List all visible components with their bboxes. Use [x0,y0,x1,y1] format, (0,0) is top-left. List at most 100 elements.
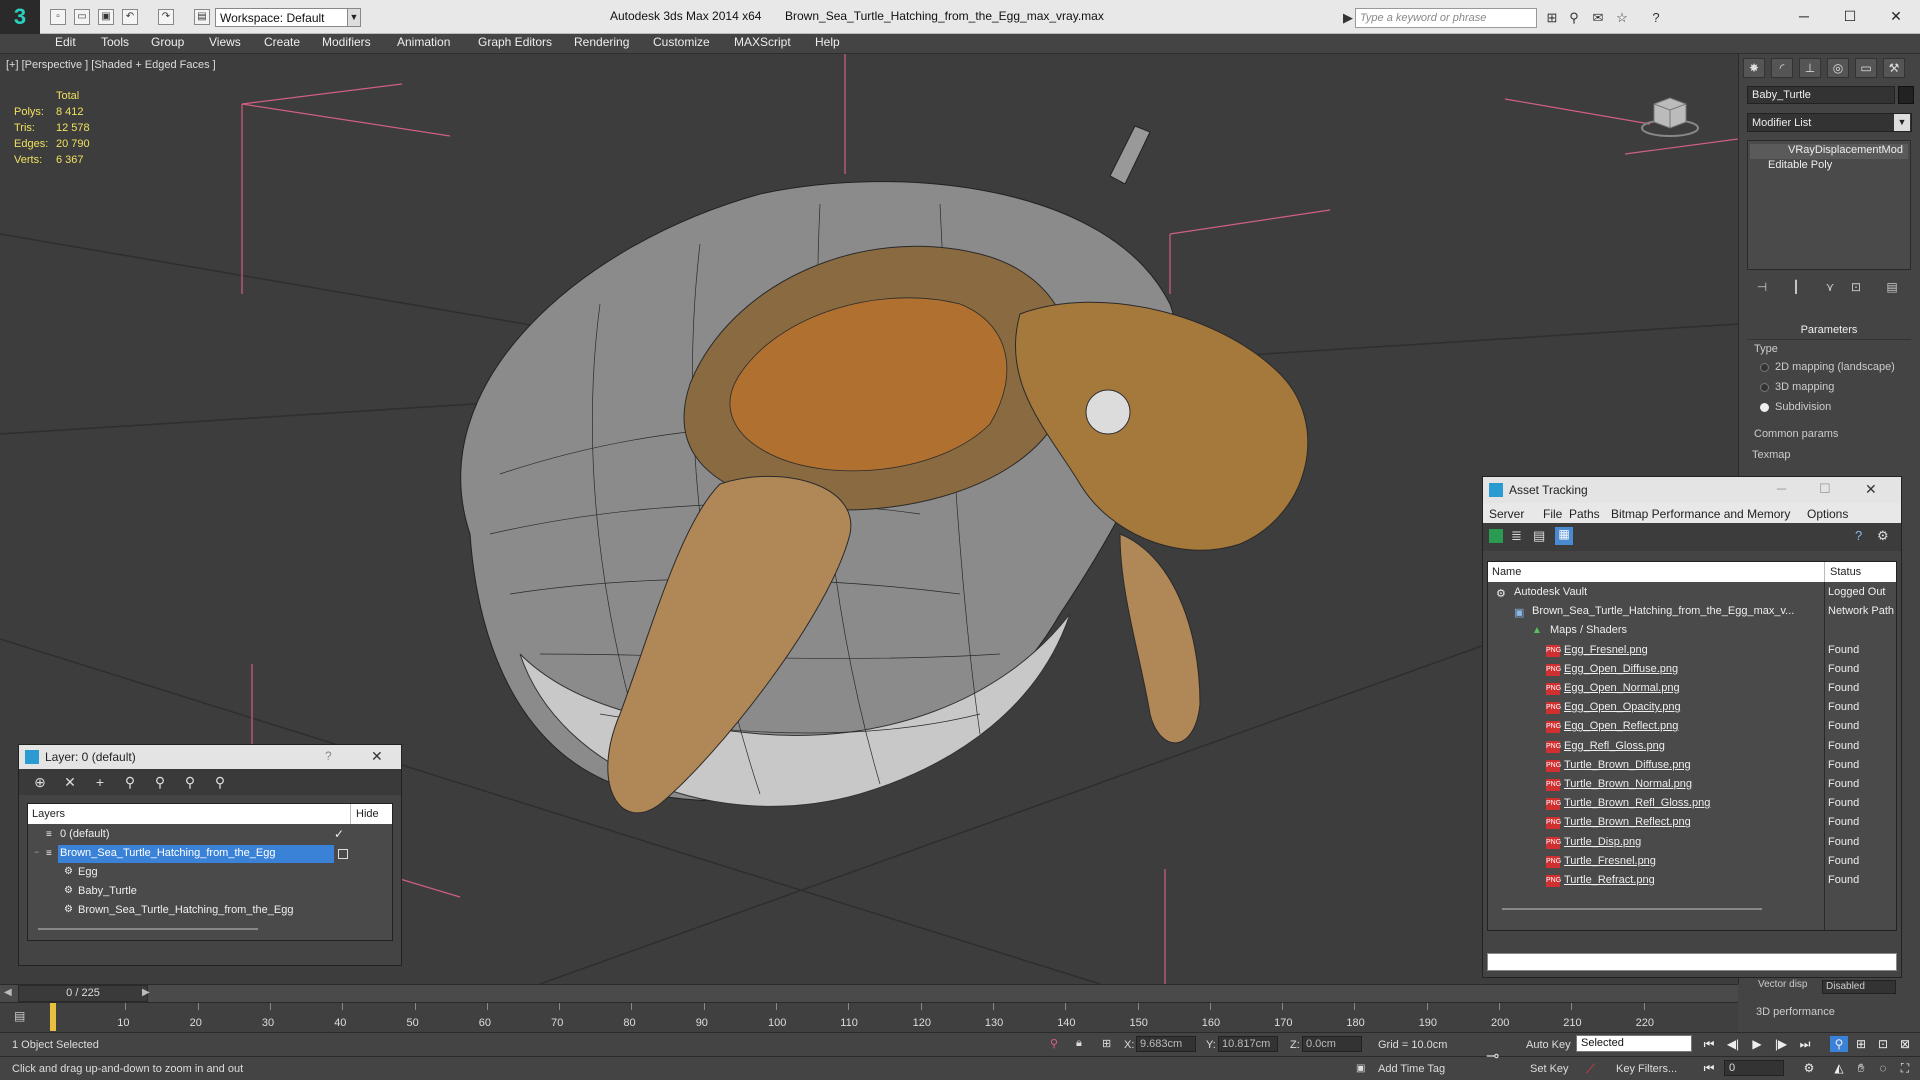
maximize-viewport-icon[interactable]: ⛶ [1896,1060,1914,1076]
menu-graph-editors[interactable]: Graph Editors [478,35,552,49]
workspace-dropdown[interactable]: Workspace: Default [215,8,355,27]
viewport-label[interactable]: [+] [Perspective ] [Shaded + Edged Faces… [6,59,216,71]
menu-customize[interactable]: Customize [653,35,710,49]
utilities-tab-icon[interactable]: ⚒ [1883,58,1905,78]
asset-row[interactable]: ▲ Maps / Shaders [1488,622,1896,641]
zoom-extents-all-icon[interactable]: ⊠ [1896,1036,1914,1052]
radio-subdivision[interactable]: Subdivision [1760,401,1831,413]
set-key-icon[interactable]: ⟋ [1586,1061,1595,1077]
table-view-icon[interactable]: ▦ [1555,527,1573,545]
modify-tab-icon[interactable]: ◜ [1771,58,1793,78]
lock-icon[interactable]: 🔒︎ [1076,1037,1082,1050]
prev-frame-icon[interactable]: ◀ [4,987,12,998]
object-color-swatch[interactable] [1898,86,1914,104]
asset-row[interactable]: PNG Egg_Open_Diffuse.png Found [1488,661,1896,680]
prev-key-icon[interactable]: ◀| [1724,1036,1742,1052]
close-icon[interactable]: ✕ [1876,4,1916,28]
time-slider[interactable]: ◀ 0 / 225 ▶ [0,984,1738,1002]
radio-3d-mapping[interactable]: 3D mapping [1760,381,1834,393]
remove-modifier-icon[interactable]: ⊡ [1846,280,1866,296]
settings-icon[interactable]: ⚙ [1877,528,1889,544]
current-layer-checkbox[interactable] [338,849,348,859]
radio-2d-mapping[interactable]: 2D mapping (landscape) [1760,361,1895,373]
set-key-button[interactable]: Set Key [1530,1063,1569,1075]
hierarchy-tab-icon[interactable]: ⊥ [1799,58,1821,78]
create-tab-icon[interactable]: ✸ [1743,58,1765,78]
play-icon[interactable]: ▶ [1748,1036,1766,1052]
asset-row[interactable]: PNG Egg_Open_Normal.png Found [1488,680,1896,699]
list-view-icon[interactable]: ≣ [1511,528,1522,544]
project-folder-icon[interactable]: ▤ [194,9,210,25]
layer-row[interactable]: ≡ 0 (default) ✓ [28,826,392,845]
star-icon[interactable]: ☆ [1614,10,1630,25]
configure-sets-icon[interactable]: ▤ [1882,280,1902,296]
display-tab-icon[interactable]: ▭ [1855,58,1877,78]
vector-disp-dropdown[interactable]: Disabled [1822,980,1896,994]
minimize-icon[interactable]: ─ [1777,481,1786,496]
asset-row[interactable]: PNG Turtle_Brown_Normal.png Found [1488,776,1896,795]
current-frame-field[interactable]: 0 [1724,1060,1784,1076]
redo-icon[interactable]: ↷ [158,9,174,25]
refresh-icon[interactable] [1489,529,1503,543]
search-icon[interactable]: ⚲ [1566,10,1582,25]
track-bar[interactable]: ▤ 10 20 30 40 50 60 70 80 90 100 110 120 130 140 150 16… [0,1002,1738,1032]
checkmark-icon[interactable]: ✓ [334,827,344,841]
asset-row[interactable]: PNG Turtle_Brown_Refl_Gloss.png Found [1488,795,1896,814]
col-hide[interactable]: Hide [356,808,379,820]
goto-end-icon[interactable]: ⏭ [1796,1036,1814,1052]
field-of-view-icon[interactable]: ◭ [1830,1060,1848,1076]
layer-row[interactable]: − ≡ Brown_Sea_Turtle_Hatching_from_the_E… [28,845,392,864]
layer-row[interactable]: ⚙ Egg [28,864,392,883]
menu-group[interactable]: Group [151,35,184,49]
pin-stack-icon[interactable]: ⊣ [1752,280,1772,296]
viewcube-icon[interactable] [1640,90,1700,140]
goto-start-icon[interactable]: ⏮ [1700,1036,1718,1052]
communication-icon[interactable]: ✉ [1590,10,1606,25]
new-file-icon[interactable]: ▫ [50,9,66,25]
minimize-icon[interactable]: ─ [1784,4,1824,28]
save-file-icon[interactable]: ▣ [98,9,114,25]
stack-item-vraydisplacement[interactable]: VRayDisplacementMod [1750,144,1908,159]
menu-create[interactable]: Create [264,35,300,49]
asset-row[interactable]: PNG Turtle_Brown_Diffuse.png Found [1488,757,1896,776]
layer-row[interactable]: ⚙ Brown_Sea_Turtle_Hatching_from_the_Egg [28,902,392,921]
help-icon[interactable]: ? [1855,528,1862,543]
freeze-all-icon[interactable]: ⚲ [211,773,229,791]
select-objects-icon[interactable]: ⚲ [121,773,139,791]
menu-edit[interactable]: Edit [55,35,76,49]
col-name[interactable]: Name [1492,566,1521,578]
key-set-dropdown[interactable]: Selected [1576,1035,1692,1052]
search-input[interactable]: Type a keyword or phrase [1355,8,1537,28]
asset-row[interactable]: PNG Egg_Open_Reflect.png Found [1488,718,1896,737]
horizontal-scrollbar[interactable] [38,928,258,930]
auto-key-button[interactable]: Auto Key [1526,1039,1571,1051]
zoom-icon[interactable]: ⚲ [1830,1036,1848,1052]
y-coordinate-field[interactable]: 10.817cm [1218,1036,1278,1052]
col-layers[interactable]: Layers [32,808,65,820]
asset-row[interactable]: PNG Turtle_Disp.png Found [1488,834,1896,853]
horizontal-scrollbar[interactable] [1502,908,1762,910]
play-icon[interactable]: ▶ [1340,10,1356,25]
asset-row[interactable]: PNG Egg_Fresnel.png Found [1488,642,1896,661]
add-to-layer-icon[interactable]: + [91,773,109,791]
asset-path-field[interactable] [1487,953,1897,971]
col-status[interactable]: Status [1830,566,1861,578]
collapse-icon[interactable]: − [34,847,39,857]
asset-row[interactable]: PNG Egg_Refl_Gloss.png Found [1488,738,1896,757]
next-key-icon[interactable]: |▶ [1772,1036,1790,1052]
add-time-tag[interactable]: Add Time Tag [1378,1063,1445,1075]
maximize-icon[interactable]: ☐ [1819,481,1831,497]
show-end-result-icon[interactable]: ┃ [1786,280,1806,296]
asset-row[interactable]: ⚙ Autodesk Vault Logged Out [1488,584,1896,603]
menu-bitmap-performance[interactable]: Bitmap Performance and Memory [1611,507,1790,521]
key-icon[interactable]: ⊸ [1486,1046,1499,1066]
delete-layer-icon[interactable]: ✕ [61,773,79,791]
help-icon[interactable]: ? [325,749,332,763]
create-layer-icon[interactable]: ⊕ [31,773,49,791]
binoculars-icon[interactable]: ⊞ [1544,10,1560,25]
object-name-field[interactable]: Baby_Turtle [1747,86,1895,104]
chevron-down-icon[interactable]: ▼ [347,8,361,27]
z-coordinate-field[interactable]: 0.0cm [1302,1036,1362,1052]
menu-options[interactable]: Options [1807,507,1848,521]
menu-animation[interactable]: Animation [397,35,450,49]
